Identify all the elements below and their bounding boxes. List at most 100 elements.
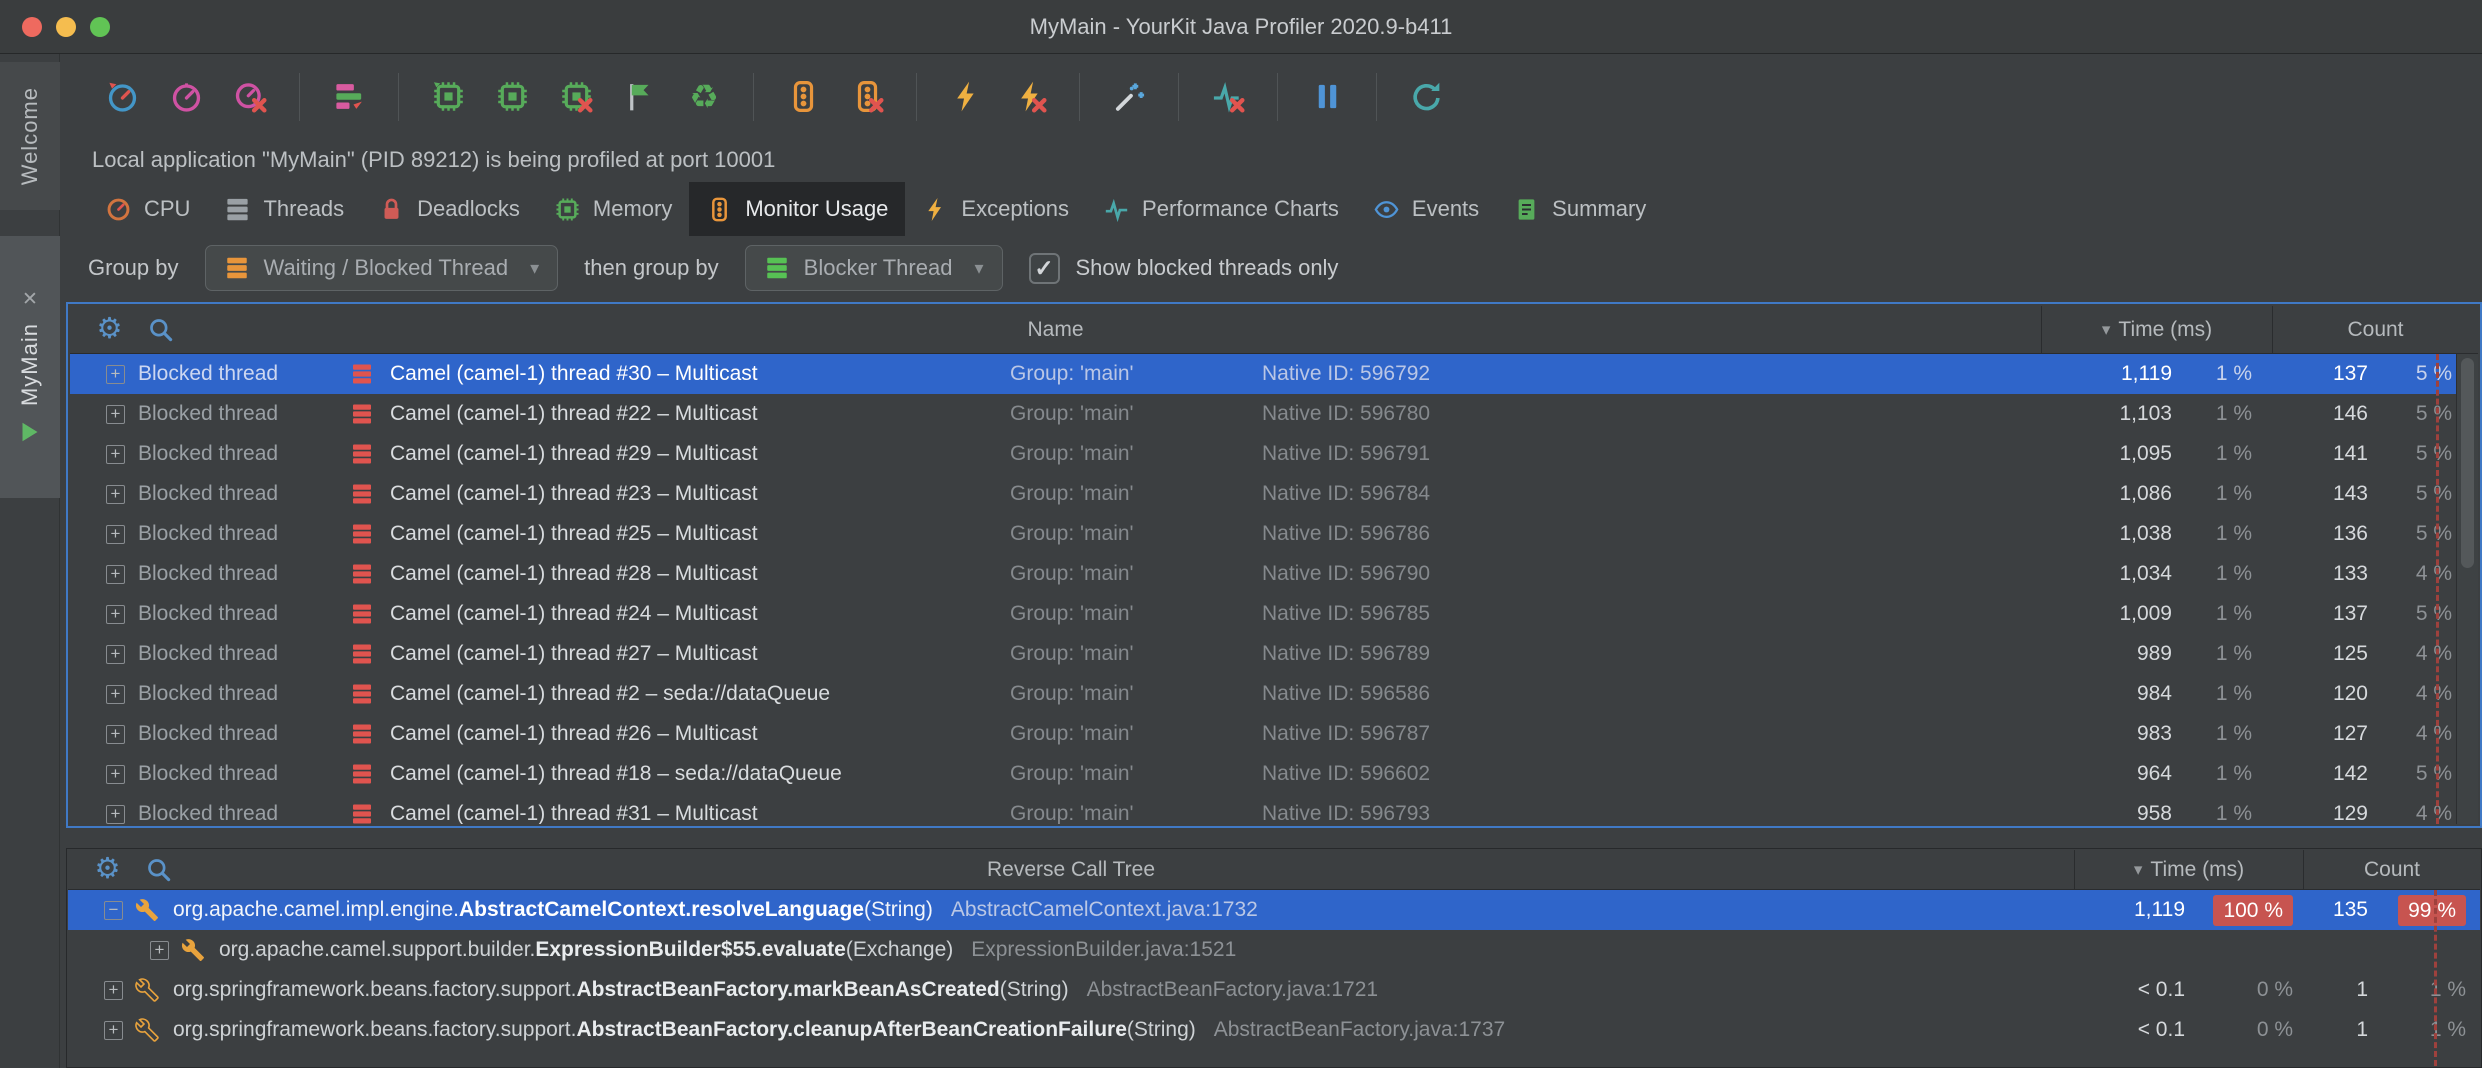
expand-icon[interactable]: + (106, 445, 125, 464)
thread-row[interactable]: +Blocked threadCamel (camel-1) thread #2… (70, 594, 2478, 634)
show-blocked-threads-checkbox[interactable]: ✓ (1029, 253, 1060, 284)
thread-row[interactable]: + Blocked thread Camel (camel-1) thread #2… (70, 394, 2478, 434)
expand-icon[interactable]: + (104, 981, 123, 1000)
blocked-thread-icon (350, 802, 374, 824)
expand-icon[interactable]: + (150, 941, 169, 960)
thread-name: Camel (camel-1) thread #22 – Multicast (390, 402, 974, 426)
count-cell: 1465 % (2272, 402, 2478, 426)
thread-row[interactable]: +Blocked threadCamel (camel-1) thread #2… (70, 514, 2478, 554)
stop-cpu-profiling-button[interactable] (225, 68, 275, 126)
expand-icon[interactable]: + (106, 405, 125, 424)
toolbar-separator (398, 73, 399, 121)
thread-name-cell: +Blocked threadCamel (camel-1) thread #2… (70, 602, 2041, 626)
thread-row[interactable]: +Blocked threadCamel (camel-1) thread #2… (70, 634, 2478, 674)
thread-native-id: Native ID: 596785 (1262, 602, 1430, 626)
count-value: 143 (2272, 482, 2368, 506)
expand-icon[interactable]: + (106, 565, 125, 584)
table-header-tools: ⚙ (96, 316, 174, 343)
expand-icon[interactable]: + (106, 685, 125, 704)
close-session-icon[interactable]: ✕ (22, 290, 38, 309)
calltree-row[interactable]: −org.apache.camel.impl.engine.AbstractCa… (68, 890, 2480, 930)
pause-button[interactable] (1302, 68, 1352, 126)
stop-allocations-button[interactable] (551, 68, 601, 126)
time-value: 1,038 (2041, 522, 2172, 546)
column-limit-line (2436, 354, 2439, 824)
record-allocations-button[interactable] (487, 68, 537, 126)
force-gc-button[interactable]: ♻ (679, 68, 729, 126)
refresh-button[interactable] (1401, 68, 1451, 126)
thread-row[interactable]: +Blocked threadCamel (camel-1) thread #3… (70, 354, 2478, 394)
tab-exceptions[interactable]: Exceptions (905, 182, 1086, 236)
name-column-header[interactable]: ⚙ Name (70, 306, 2041, 353)
calltree-row[interactable]: +org.springframework.beans.factory.suppo… (68, 970, 2480, 1010)
thread-states-button[interactable] (324, 68, 374, 126)
chevron-down-icon: ▾ (974, 258, 983, 279)
expand-icon[interactable]: + (106, 525, 125, 544)
expand-icon[interactable]: + (106, 765, 125, 784)
thread-row[interactable]: +Blocked threadCamel (camel-1) thread #3… (70, 794, 2478, 824)
count-column-header[interactable]: Count (2303, 850, 2480, 889)
then-group-by-dropdown[interactable]: Blocker Thread ▾ (745, 245, 1003, 291)
expand-icon[interactable]: + (106, 645, 125, 664)
method-args: (Exchange) (846, 938, 953, 961)
stop-monitor-profiling-button[interactable] (842, 68, 892, 126)
expand-icon[interactable]: + (106, 485, 125, 504)
search-icon[interactable] (145, 856, 172, 883)
table-settings-icon[interactable]: ⚙ (94, 856, 121, 883)
expand-icon[interactable]: + (106, 805, 125, 824)
calltree-title-header[interactable]: ⚙ Reverse Call Tree (68, 850, 2074, 889)
calltree-row[interactable]: +org.springframework.beans.factory.suppo… (68, 1010, 2480, 1050)
group-by-dropdown[interactable]: Waiting / Blocked Thread ▾ (205, 245, 559, 291)
thread-name-cell: +Blocked threadCamel (camel-1) thread #2… (70, 482, 2041, 506)
tab-memory[interactable]: Memory (537, 182, 689, 236)
thread-native-id: Native ID: 596793 (1262, 802, 1430, 824)
mymain-session-tab[interactable]: ✕ MyMain (0, 236, 60, 498)
thread-row[interactable]: +Blocked threadCamel (camel-1) thread #2… (70, 434, 2478, 474)
stop-exception-profiling-button[interactable] (1005, 68, 1055, 126)
expand-icon[interactable]: + (104, 1021, 123, 1040)
blocked-thread-icon (350, 642, 374, 666)
count-column-header[interactable]: Count (2272, 306, 2478, 353)
tab-cpu[interactable]: CPU (88, 182, 207, 236)
method-cell: +org.springframework.beans.factory.suppo… (68, 1018, 2074, 1042)
calltree-row[interactable]: +org.apache.camel.support.builder.Expres… (68, 930, 2480, 970)
tab-events[interactable]: Events (1356, 182, 1496, 236)
table-settings-icon[interactable]: ⚙ (96, 316, 123, 343)
method-args: (String) (1127, 1018, 1196, 1041)
thread-row[interactable]: +Blocked threadCamel (camel-1) thread #2… (70, 714, 2478, 754)
time-column-header[interactable]: ▾ Time (ms) (2074, 850, 2303, 889)
tab-performance-charts[interactable]: Performance Charts (1086, 182, 1356, 236)
vertical-scrollbar[interactable] (2456, 354, 2478, 824)
thread-native-id: Native ID: 596791 (1262, 442, 1430, 466)
count-column-label: Count (2347, 318, 2403, 342)
tab-summary[interactable]: Summary (1496, 182, 1663, 236)
thread-row[interactable]: +Blocked threadCamel (camel-1) thread #2… (70, 554, 2478, 594)
source-location: AbstractBeanFactory.java:1737 (1214, 1018, 1505, 1041)
stop-telemetry-button[interactable] (1203, 68, 1253, 126)
profile-cpu-button[interactable] (97, 68, 147, 126)
thread-row[interactable]: +Blocked threadCamel (camel-1) thread #1… (70, 754, 2478, 794)
expand-icon[interactable]: − (104, 901, 123, 920)
expand-icon[interactable]: + (106, 725, 125, 744)
inspections-button[interactable] (1104, 68, 1154, 126)
exception-profiling-button[interactable] (941, 68, 991, 126)
monitor-profiling-button[interactable] (778, 68, 828, 126)
capture-memory-snapshot-button[interactable] (423, 68, 473, 126)
tab-deadlocks[interactable]: Deadlocks (361, 182, 537, 236)
expand-icon[interactable]: + (106, 605, 125, 624)
thread-name-cell: +Blocked threadCamel (camel-1) thread #2… (70, 562, 2041, 586)
count-cell: 1435 % (2272, 482, 2478, 506)
tab-threads[interactable]: Threads (207, 182, 361, 236)
set-flag-button[interactable] (615, 68, 665, 126)
tab-monitor-usage[interactable]: Monitor Usage (689, 182, 905, 236)
time-column-header[interactable]: ▾ Time (ms) (2041, 306, 2272, 353)
thread-row[interactable]: +Blocked threadCamel (camel-1) thread #2… (70, 474, 2478, 514)
thread-kind-label: Blocked thread (138, 402, 350, 426)
expand-icon[interactable]: + (106, 365, 125, 384)
blocked-thread-icon (350, 482, 374, 506)
scrollbar-thumb[interactable] (2461, 358, 2474, 568)
thread-row[interactable]: +Blocked threadCamel (camel-1) thread #2… (70, 674, 2478, 714)
search-icon[interactable] (147, 316, 174, 343)
cpu-sampling-button[interactable] (161, 68, 211, 126)
welcome-tab[interactable]: Welcome (0, 62, 60, 210)
